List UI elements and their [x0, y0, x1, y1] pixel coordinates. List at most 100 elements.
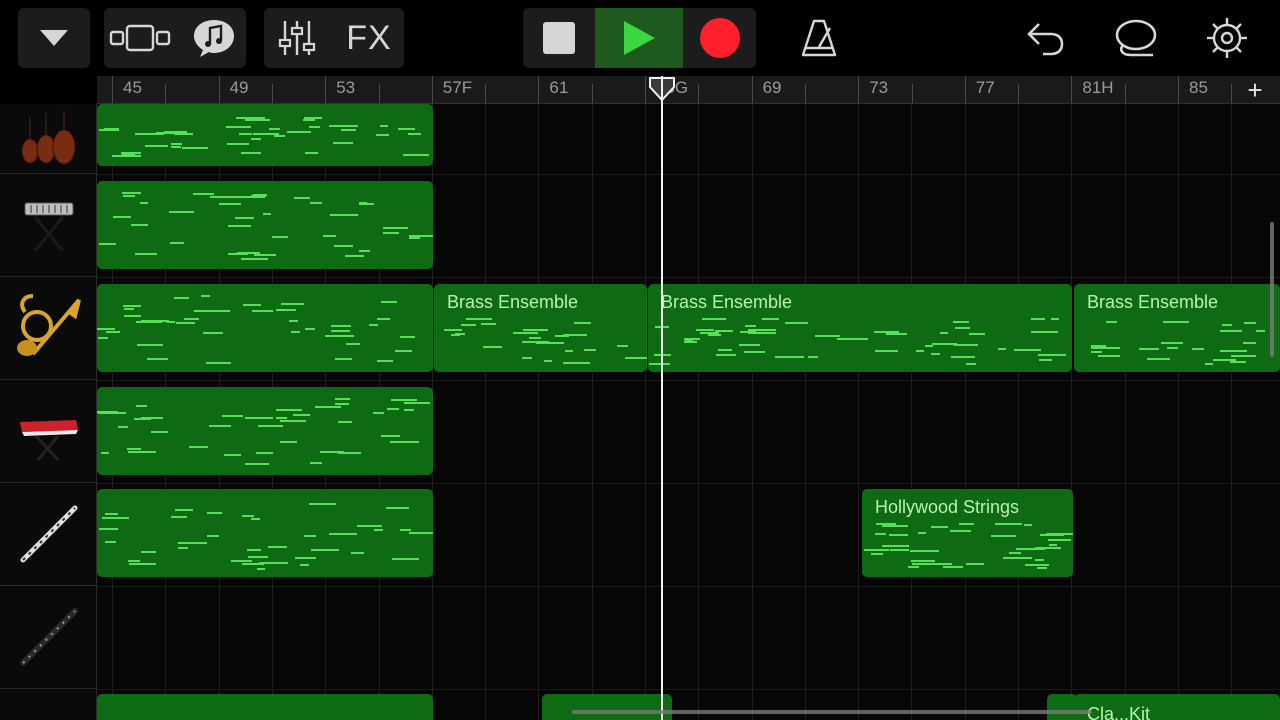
region[interactable] [97, 181, 433, 269]
midi-note [338, 421, 352, 423]
midi-note [335, 398, 350, 400]
midi-note [239, 133, 252, 135]
lane-divider [97, 277, 1280, 278]
midi-note [383, 232, 399, 234]
region[interactable] [97, 489, 433, 577]
mixer-button[interactable] [264, 8, 330, 68]
settings-button[interactable] [1196, 8, 1258, 68]
midi-note [124, 315, 141, 317]
midi-note [1231, 355, 1256, 357]
midi-note [331, 330, 350, 332]
region-brass-ensemble-1[interactable]: Brass Ensemble [434, 284, 647, 372]
midi-note [400, 227, 408, 229]
region-label: Brass Ensemble [661, 292, 793, 312]
keyboard-stand-icon [24, 202, 73, 252]
midi-note [341, 129, 356, 131]
ruler-subtick [271, 84, 273, 103]
midi-note [966, 363, 976, 365]
midi-note [105, 513, 118, 515]
midi-note [882, 525, 908, 527]
play-button[interactable] [595, 8, 683, 68]
track-header-clarinet[interactable] [0, 586, 97, 689]
grid-line [592, 104, 593, 720]
playhead[interactable] [661, 76, 663, 720]
track-header-brass[interactable] [0, 277, 97, 380]
midi-note [954, 344, 978, 346]
midi-note [864, 549, 889, 551]
bar-ruler[interactable]: 45495357F6165G69737781H85 [97, 76, 1280, 104]
horizontal-scrollbar[interactable] [572, 710, 1092, 714]
control-bar: FX [0, 0, 1280, 76]
midi-note [131, 224, 148, 226]
midi-note [106, 331, 120, 333]
midi-note [1139, 348, 1159, 350]
grid-line [1125, 104, 1126, 720]
metronome-icon [801, 19, 837, 57]
loops-button[interactable] [182, 8, 246, 68]
lane-divider [97, 174, 1280, 175]
track-header-flute[interactable] [0, 483, 97, 586]
region[interactable] [542, 694, 672, 720]
midi-note [105, 541, 116, 543]
midi-note [311, 549, 339, 551]
region[interactable] [97, 694, 433, 720]
midi-note [1213, 359, 1236, 361]
track-header-keyboard[interactable] [0, 174, 97, 277]
midi-note [210, 196, 237, 198]
undo-button[interactable] [1014, 8, 1076, 68]
metronome-button[interactable] [788, 8, 850, 68]
midi-note [141, 551, 156, 553]
midi-note [137, 344, 163, 346]
midi-note [875, 350, 898, 352]
tracks-view-button[interactable] [104, 8, 176, 68]
ruler-subtick [698, 84, 700, 103]
midi-note [1031, 331, 1058, 333]
undo-icon [1027, 23, 1064, 56]
midi-note [1220, 330, 1242, 332]
add-section-button[interactable]: + [1242, 76, 1268, 104]
record-button[interactable] [683, 8, 756, 68]
midi-note [1230, 361, 1246, 363]
grid-line [911, 104, 912, 720]
region[interactable] [97, 104, 433, 166]
midi-note [995, 523, 1022, 525]
region[interactable] [97, 387, 433, 475]
midi-note [207, 512, 222, 514]
play-icon [624, 21, 655, 55]
midi-note [128, 560, 140, 562]
stop-button[interactable] [523, 8, 595, 68]
midi-note [1016, 548, 1045, 550]
region-brass-ensemble-3[interactable]: Brass Ensemble [1074, 284, 1280, 372]
midi-note [715, 330, 733, 332]
midi-note [718, 349, 732, 351]
track-header-strings[interactable] [0, 104, 97, 174]
fx-button[interactable]: FX [334, 8, 404, 68]
midi-note [309, 126, 320, 128]
midi-note [281, 303, 304, 305]
track-header-synth[interactable] [0, 380, 97, 483]
tracks-area[interactable]: Brass Ensemble Brass Ensemble Brass Ense… [97, 104, 1280, 720]
midi-note [280, 441, 297, 443]
midi-note [141, 417, 163, 419]
region[interactable] [1047, 694, 1077, 720]
midi-note [276, 309, 296, 311]
ruler-label: 57F [442, 78, 473, 97]
vertical-scrollbar[interactable] [1270, 222, 1274, 357]
region-drum-kit[interactable]: Cla...Kit [1074, 694, 1280, 720]
region-hollywood-strings[interactable]: Hollywood Strings [862, 489, 1073, 577]
midi-note [1040, 534, 1064, 536]
loop-browser-button[interactable] [1104, 8, 1166, 68]
midi-note [122, 192, 141, 194]
midi-note [295, 557, 316, 559]
ruler-tick [645, 76, 646, 103]
region-brass-ensemble-2[interactable]: Brass Ensemble [648, 284, 1072, 372]
midi-note [955, 327, 970, 329]
browser-button[interactable] [18, 8, 90, 68]
midi-note [685, 340, 693, 342]
midi-note [141, 320, 169, 322]
ruler-label: 61 [549, 78, 569, 97]
region[interactable] [97, 284, 433, 372]
midi-note [386, 507, 409, 509]
midi-note [408, 133, 421, 135]
midi-note [969, 333, 985, 335]
